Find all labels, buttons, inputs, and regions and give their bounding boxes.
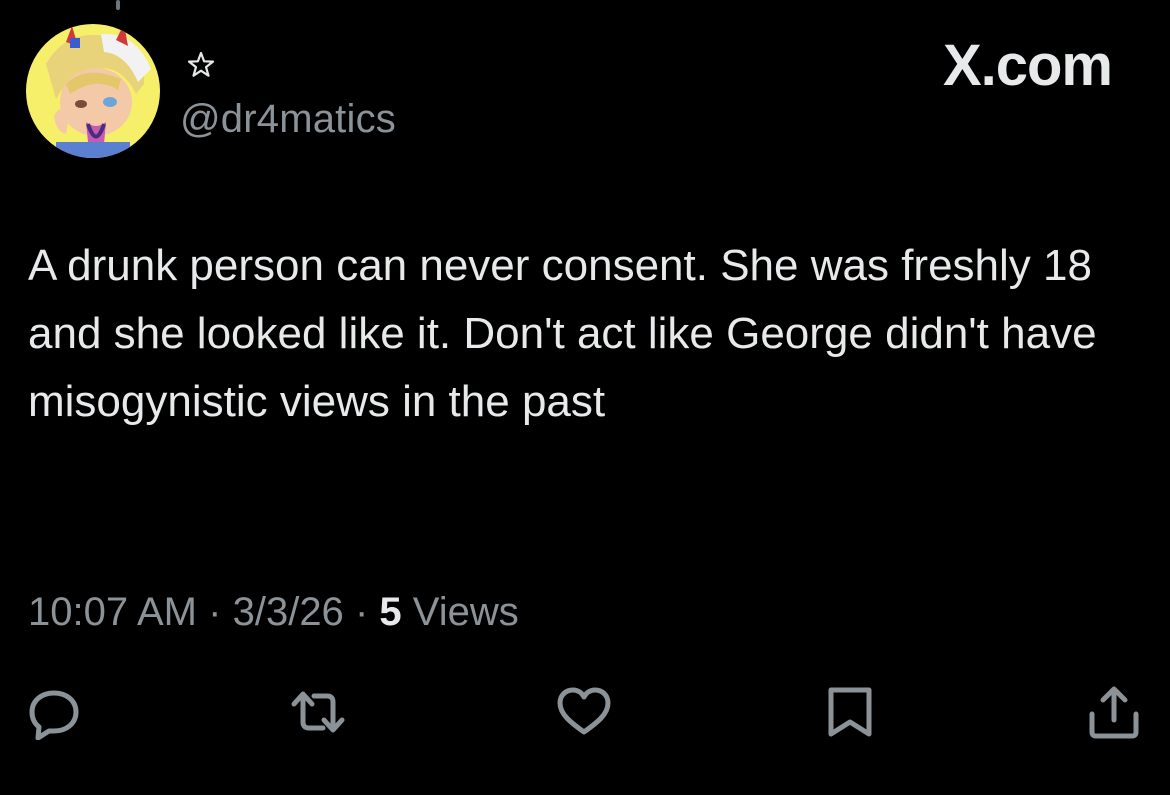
author-handle[interactable]: @dr4matics (180, 96, 396, 142)
meta-separator: · (208, 590, 222, 634)
tweet-meta: 10:07 AM · 3/3/26 · 5 Views (28, 588, 519, 636)
views-label: Views (412, 590, 519, 634)
like-button[interactable] (556, 684, 612, 740)
tweet-text: A drunk person can never consent. She wa… (28, 241, 1097, 426)
share-icon (1089, 686, 1139, 739)
tweet-time[interactable]: 10:07 AM (28, 590, 197, 634)
views-count: 5 (379, 590, 402, 634)
bookmark-icon (828, 687, 872, 737)
brand-wordmark: X.com (942, 33, 1113, 98)
meta-separator: · (354, 590, 369, 634)
reply-button[interactable] (26, 684, 82, 740)
tweet-date[interactable]: 3/3/26 (233, 590, 344, 634)
star-icon (187, 51, 215, 77)
retweet-icon (291, 691, 345, 733)
share-button[interactable] (1086, 684, 1142, 740)
avatar[interactable] (26, 24, 160, 158)
top-divider-tick (116, 0, 120, 10)
bookmark-button[interactable] (822, 684, 878, 740)
reply-icon (29, 690, 79, 740)
like-icon (557, 687, 611, 735)
avatar-illustration (26, 24, 160, 158)
retweet-button[interactable] (290, 684, 346, 740)
